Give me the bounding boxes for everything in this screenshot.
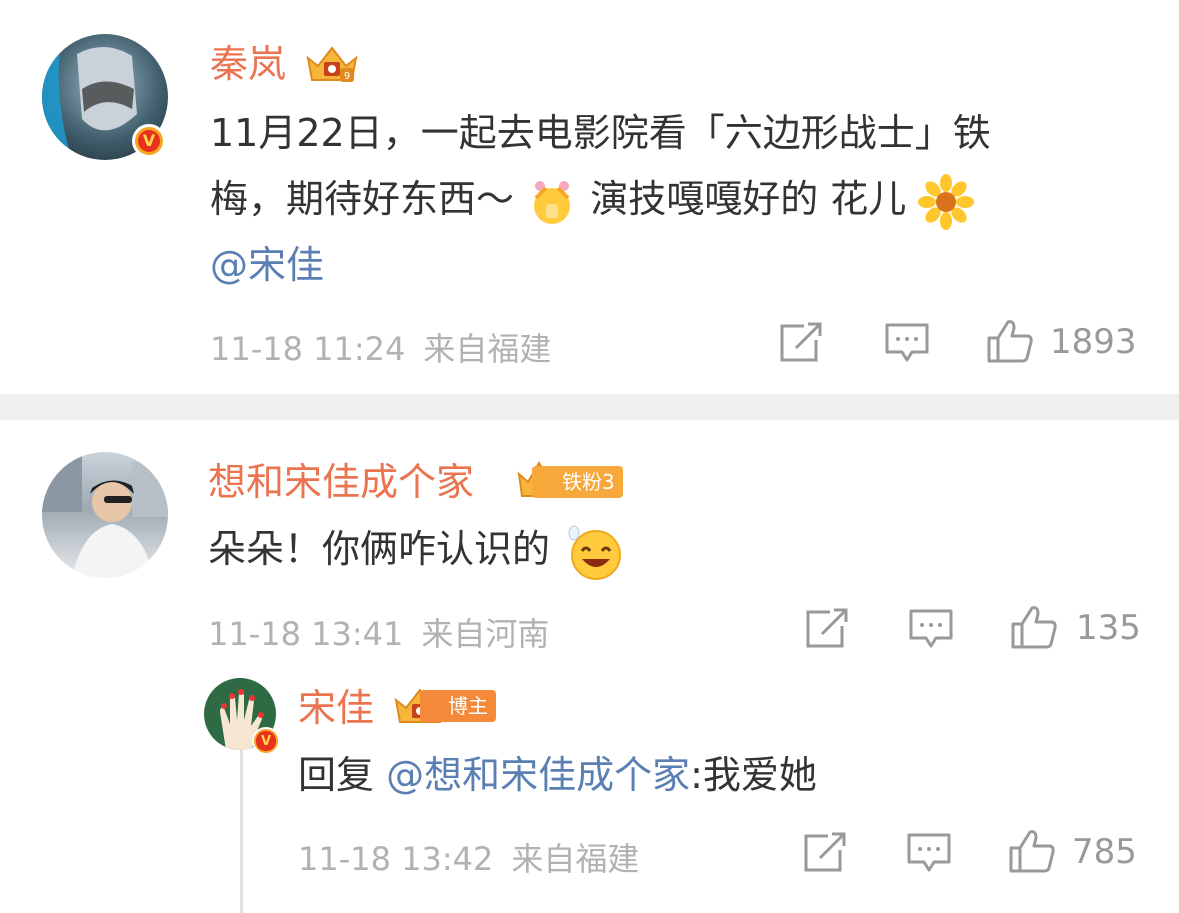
comment-text: 朵朵！你俩咋认识的 — [208, 516, 624, 583]
commenter-name[interactable]: 想和宋佳成个家 — [208, 460, 474, 504]
like-count: 1893 — [1050, 322, 1137, 362]
reply-thread-line — [240, 748, 243, 913]
like-count: 785 — [1072, 832, 1137, 872]
comment-meta: 11-18 11:24 来自福建 — [210, 324, 569, 370]
comment-text-part: 演技嘎嘎好的 花儿 — [590, 177, 907, 221]
reply-text: 回复 @想和宋佳成个家:我爱她 — [298, 742, 817, 808]
like-icon[interactable] — [1010, 604, 1058, 650]
reply-content: :我爱她 — [690, 753, 817, 797]
praying-emoji — [534, 180, 571, 224]
comment-location: 来自福建 — [423, 330, 552, 368]
section-divider — [0, 394, 1179, 420]
sunflower-emoji — [918, 173, 975, 230]
verified-v-icon: V — [252, 727, 280, 755]
mention-link[interactable]: @想和宋佳成个家 — [386, 753, 690, 797]
avatar[interactable] — [42, 452, 168, 578]
share-icon[interactable] — [778, 322, 824, 364]
svg-text:9: 9 — [344, 71, 350, 82]
comment-time: 11-18 11:24 — [210, 330, 406, 368]
like-icon[interactable] — [986, 318, 1034, 364]
comment-time: 11-18 13:42 — [298, 840, 494, 878]
mention-link[interactable]: @宋佳 — [210, 232, 1130, 298]
fan-level-badge: 铁粉3 — [532, 466, 623, 498]
share-icon[interactable] — [804, 608, 850, 650]
verified-v-icon: V — [132, 124, 166, 158]
author-badge: 博主 — [420, 690, 496, 722]
comment-icon[interactable] — [908, 608, 954, 650]
like-icon[interactable] — [1008, 828, 1056, 874]
comment-text-line2: 梅，期待好东西～ 演技嘎嘎好的 花儿 — [210, 166, 1130, 232]
share-icon[interactable] — [802, 832, 848, 874]
comment-icon[interactable] — [884, 322, 930, 364]
comment-text: 11月22日，一起去电影院看「六边形战士」铁 梅，期待好东西～ 演技嘎嘎好的 花… — [210, 100, 1130, 298]
comment-text-line1: 11月22日，一起去电影院看「六边形战士」铁 — [210, 111, 991, 155]
commenter-name[interactable]: 秦岚 — [210, 42, 286, 86]
comment-location: 来自福建 — [511, 840, 640, 878]
comment-meta: 11-18 13:41 来自河南 — [208, 609, 567, 655]
reply-prefix: 回复 — [298, 753, 387, 797]
comment-text-part: 朵朵！你俩咋认识的 — [208, 527, 551, 571]
comment-time: 11-18 13:41 — [208, 615, 404, 653]
crown-icon: 9 — [306, 46, 358, 82]
commenter-name[interactable]: 宋佳 — [298, 686, 374, 730]
grinning-emoji — [568, 525, 622, 580]
comment-icon[interactable] — [906, 832, 952, 874]
like-count: 135 — [1076, 608, 1141, 648]
comment-text-part: 梅，期待好东西～ — [210, 177, 515, 221]
comment-location: 来自河南 — [421, 615, 550, 653]
comment-meta: 11-18 13:42 来自福建 — [298, 834, 657, 880]
